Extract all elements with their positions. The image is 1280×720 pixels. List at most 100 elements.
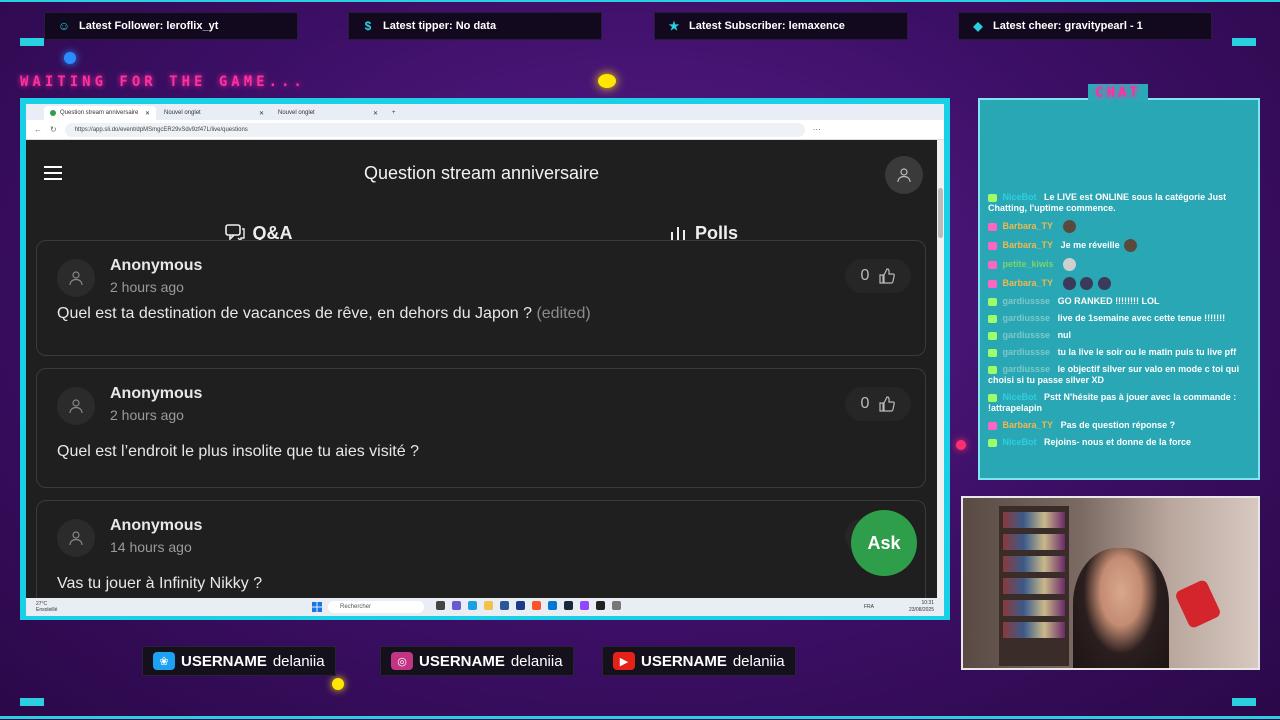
social-label: USERNAME <box>419 652 505 670</box>
sparkle <box>332 678 344 690</box>
page-scrollbar[interactable] <box>937 140 944 598</box>
badge-icon <box>988 260 997 269</box>
chat-message: NiceBot Le LIVE est ONLINE sous la catég… <box>988 192 1254 214</box>
anonymous-avatar-icon <box>57 387 95 425</box>
social-twitter: ❀ USERNAME delaniia <box>142 646 336 676</box>
scrollbar-thumb[interactable] <box>938 188 943 238</box>
like-button[interactable]: 0 <box>845 387 911 421</box>
close-icon[interactable]: ✕ <box>373 110 378 117</box>
sparkle <box>598 74 616 88</box>
brave-icon[interactable] <box>532 601 541 610</box>
badge-icon <box>988 222 997 231</box>
steam-icon[interactable] <box>564 601 573 610</box>
browser-tab-strip: Question stream anniversaire ✕ Nouvel on… <box>26 104 944 120</box>
chat-username: gardiussse <box>1002 364 1051 374</box>
app-icon[interactable] <box>612 601 621 610</box>
browser-tab[interactable]: Question stream anniversaire ✕ <box>44 106 156 120</box>
like-button[interactable]: 0 <box>845 259 911 293</box>
browser-tab[interactable]: Nouvel onglet ✕ <box>272 106 384 120</box>
chat-text: Pas de question réponse ? <box>1060 420 1176 430</box>
sparkle <box>64 52 76 64</box>
chat-message: gardiussse tu la live le soir ou le mati… <box>988 347 1254 358</box>
reload-icon[interactable]: ↻ <box>50 125 57 134</box>
diamond-icon: ◆ <box>973 19 983 33</box>
app-icon[interactable] <box>516 601 525 610</box>
twitch-icon[interactable] <box>580 601 589 610</box>
instagram-icon: ◎ <box>391 652 413 670</box>
chat-text: tu la live le soir ou le matin puis tu l… <box>1057 347 1237 357</box>
close-icon[interactable]: ✕ <box>145 110 150 117</box>
chat-text: GO RANKED !!!!!!!! LOL <box>1057 296 1160 306</box>
taskbar-search[interactable]: Rechercher <box>328 601 424 613</box>
edge-icon[interactable] <box>468 601 477 610</box>
new-tab-button[interactable]: + <box>386 106 400 120</box>
outlook-icon[interactable] <box>548 601 557 610</box>
waiting-label: WAITING FOR THE GAME... <box>20 74 306 90</box>
taskbar-apps <box>436 601 621 610</box>
chat-username: petite_kiwis <box>1002 258 1054 269</box>
chat-message: petite_kiwis <box>988 258 1254 271</box>
social-youtube: ▶ USERNAME delaniia <box>602 646 796 676</box>
ticker-text: Latest Follower: leroflix_yt <box>79 20 219 32</box>
question-card: Anonymous 14 hours ago 0 Vas tu jouer à … <box>36 500 926 598</box>
close-icon[interactable]: ✕ <box>259 110 264 117</box>
obs-icon[interactable] <box>596 601 605 610</box>
language-indicator[interactable]: FRA <box>864 604 874 611</box>
chat-message: NiceBot Rejoins- nous et donne de la for… <box>988 437 1254 448</box>
browser-tab-label: Nouvel onglet <box>164 110 201 116</box>
thumbs-up-icon <box>879 268 896 284</box>
clock-time[interactable]: 10:31 <box>909 600 934 607</box>
badge-icon <box>988 297 997 306</box>
question-body: Quel est ta destination de vacances de r… <box>57 305 532 322</box>
store-icon[interactable] <box>500 601 509 610</box>
clock-date[interactable]: 23/08/2025 <box>909 607 934 614</box>
copilot-icon[interactable] <box>452 601 461 610</box>
chat-message: Barbara_TY Je me réveille <box>988 239 1254 252</box>
anonymous-avatar-icon <box>57 259 95 297</box>
social-handle: delaniia <box>272 652 325 670</box>
badge-icon <box>988 241 997 250</box>
chat-text: nul <box>1057 330 1072 340</box>
question-time: 2 hours ago <box>110 407 184 423</box>
social-label: USERNAME <box>641 652 727 670</box>
ticker-latest-cheer: ◆ Latest cheer: gravitypearl - 1 <box>958 12 1212 40</box>
dollar-icon: $ <box>364 19 372 33</box>
bookshelf <box>999 506 1069 666</box>
url-field[interactable]: https://app.sli.do/event/dpMSmgcER29vSdv… <box>64 122 805 137</box>
weather-desc: Ensoleillé <box>36 607 58 613</box>
corner-deco <box>20 38 44 46</box>
twitter-icon: ❀ <box>153 652 175 670</box>
ask-button[interactable]: Ask <box>851 510 917 576</box>
chat-username: Barbara_TY <box>1002 420 1054 430</box>
vote-count: 0 <box>860 395 870 412</box>
chat-messages: NiceBot Le LIVE est ONLINE sous la catég… <box>988 192 1254 454</box>
question-card: Anonymous 2 hours ago 0 Quel est l’endro… <box>36 368 926 488</box>
extensions-icon[interactable]: ⋯ <box>813 125 821 134</box>
question-author: Anonymous <box>110 385 203 402</box>
menu-icon[interactable] <box>44 166 62 180</box>
badge-icon <box>988 314 997 323</box>
user-icon <box>897 168 911 183</box>
social-instagram: ◎ USERNAME delaniia <box>380 646 574 676</box>
profile-button[interactable] <box>885 156 923 194</box>
windows-start-icon[interactable] <box>312 602 322 612</box>
emote-icon <box>1062 220 1076 233</box>
social-handle: delaniia <box>510 652 563 670</box>
back-icon[interactable]: ← <box>34 125 42 134</box>
ticker-text: Latest Subscriber: lemaxence <box>689 20 845 32</box>
sparkle <box>956 440 966 450</box>
vote-count: 0 <box>860 267 870 284</box>
chat-text: live de 1semaine avec cette tenue !!!!!!… <box>1057 313 1226 323</box>
chat-message: gardiussse live de 1semaine avec cette t… <box>988 313 1254 324</box>
chat-username: gardiussse <box>1002 313 1051 323</box>
browser-window: Question stream anniversaire ✕ Nouvel on… <box>26 104 944 616</box>
taskview-icon[interactable] <box>436 601 445 610</box>
chat-username: NiceBot <box>1002 192 1037 202</box>
badge-icon <box>988 193 997 202</box>
file-explorer-icon[interactable] <box>484 601 493 610</box>
slido-app: Question stream anniversaire Q&A Polls A… <box>26 140 937 598</box>
thumbs-up-icon <box>879 396 896 412</box>
weather-widget[interactable]: 27°C Ensoleillé <box>36 601 57 613</box>
browser-tab[interactable]: Nouvel onglet ✕ <box>158 106 270 120</box>
ticker-latest-subscriber: ★ Latest Subscriber: lemaxence <box>654 12 908 40</box>
